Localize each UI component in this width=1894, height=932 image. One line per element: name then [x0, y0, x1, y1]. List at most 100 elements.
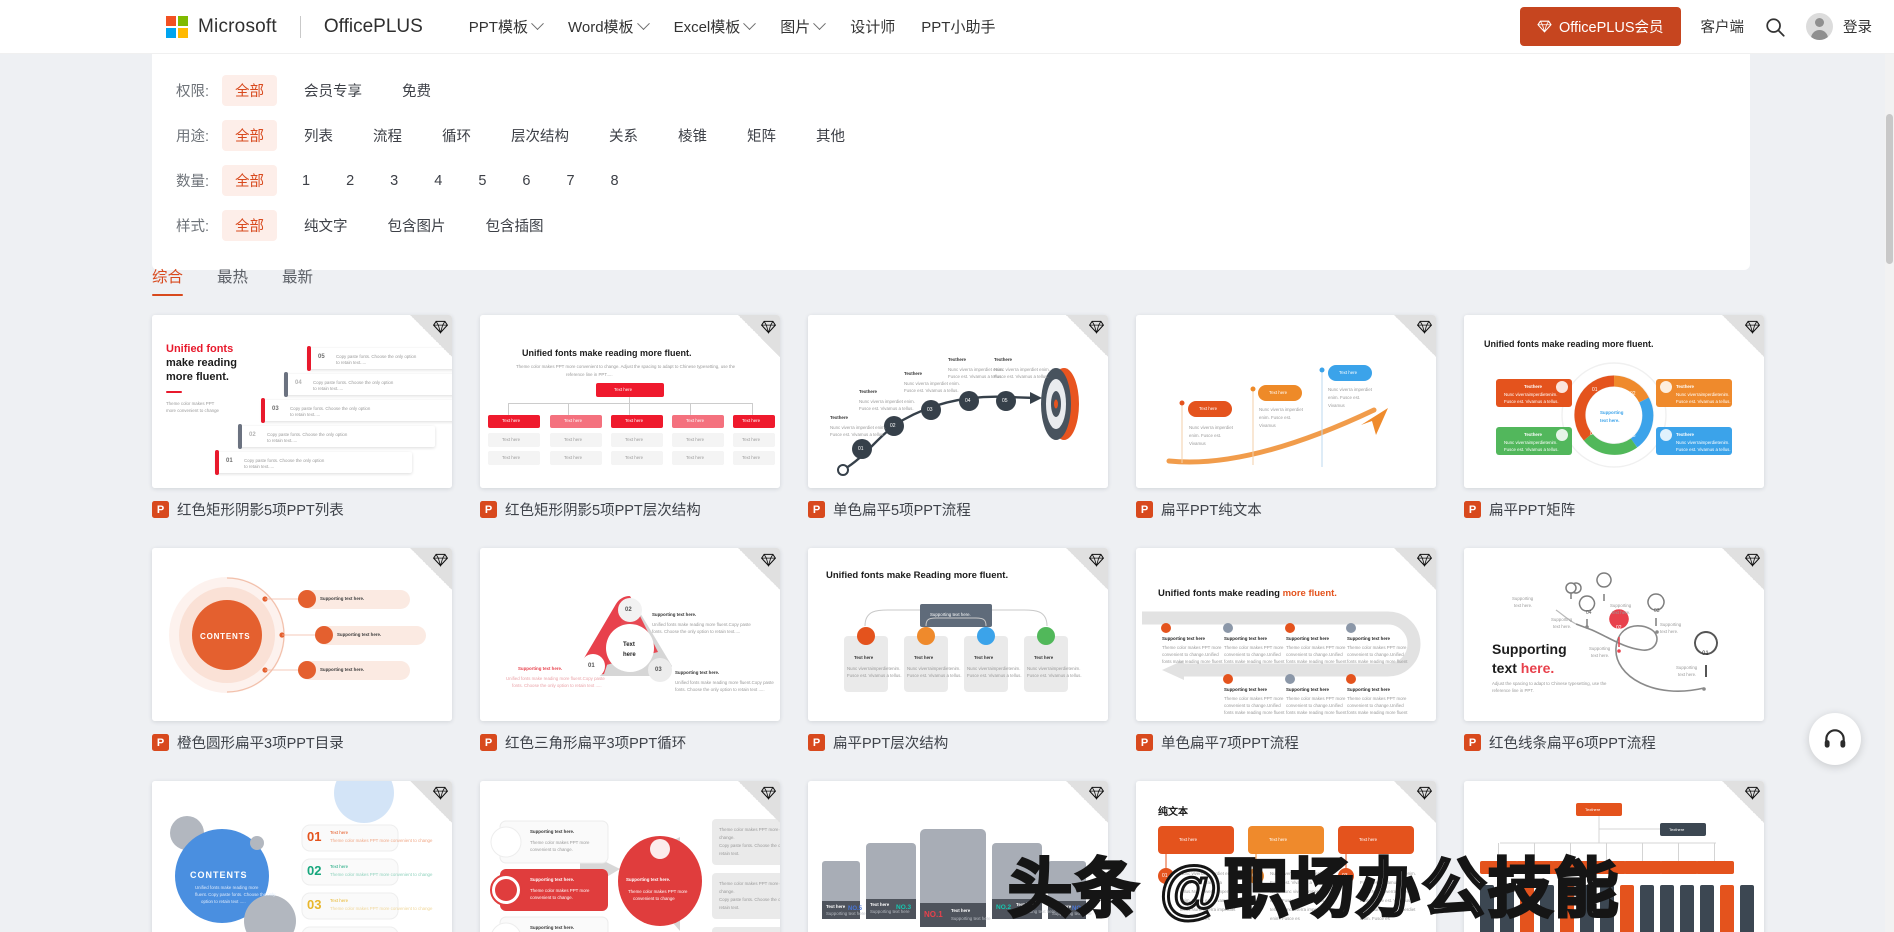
- filter-option-process[interactable]: 流程: [360, 120, 415, 151]
- template-thumbnail[interactable]: Texthere Texthere: [1464, 781, 1764, 932]
- page-scrollbar[interactable]: [1885, 54, 1894, 932]
- filter-option-with-images[interactable]: 包含图片: [375, 210, 459, 241]
- template-card[interactable]: CONTENTS Unified fonts make reading more…: [152, 781, 452, 932]
- template-card[interactable]: Supporting text here. Theme color makes …: [480, 781, 780, 932]
- nav-item-ppt-assistant[interactable]: PPT小助手: [921, 16, 995, 37]
- search-icon[interactable]: [1764, 16, 1786, 38]
- org-chart-art: [1480, 803, 1754, 932]
- nav-item-ppt[interactable]: PPT模板: [469, 16, 544, 37]
- filter-option-8[interactable]: 8: [600, 168, 630, 194]
- card-title[interactable]: 单色扁平7项PPT流程: [1161, 732, 1299, 753]
- card-title[interactable]: 橙色圆形扁平3项PPT目录: [177, 732, 344, 753]
- template-thumbnail[interactable]: Text here Text here Text here Nunc viver…: [1136, 315, 1436, 488]
- card-title[interactable]: 扁平PPT层次结构: [833, 732, 948, 753]
- slide-art-flat-matrix: Unified fonts make reading more fluent.: [1464, 315, 1764, 488]
- nav-item-excel[interactable]: Excel模板: [674, 16, 757, 37]
- template-thumbnail[interactable]: Supporting text here. Theme color makes …: [480, 781, 780, 932]
- vip-corner-badge: [410, 781, 452, 823]
- filter-option-members[interactable]: 会员专享: [291, 75, 375, 106]
- template-thumbnail[interactable]: Unified fonts make reading more fluent. …: [152, 315, 452, 488]
- template-thumbnail[interactable]: Text here Supporting text here NO.5 Text…: [808, 781, 1108, 932]
- filter-option-hierarchy[interactable]: 层次结构: [498, 120, 582, 151]
- template-thumbnail[interactable]: Unified fonts make Reading more fluent.: [808, 548, 1108, 721]
- template-card[interactable]: 04 03 02 01 Supporting text here. Adjust…: [1464, 548, 1764, 753]
- customer-service-button[interactable]: [1809, 713, 1861, 765]
- template-card[interactable]: 02 01 03 Text here Supporting text here.…: [480, 548, 780, 753]
- nav-item-images[interactable]: 图片: [780, 16, 827, 37]
- filter-option-1[interactable]: 1: [291, 168, 321, 194]
- gem-icon: [1417, 553, 1432, 567]
- template-thumbnail[interactable]: 纯文本 Text here Text here Text here 01 02 …: [1136, 781, 1436, 932]
- template-thumbnail[interactable]: 02 01 03 Text here Supporting text here.…: [480, 548, 780, 721]
- nav-label: 图片: [780, 19, 811, 36]
- template-card[interactable]: 纯文本 Text here Text here Text here 01 02 …: [1136, 781, 1436, 932]
- filter-option-5[interactable]: 5: [467, 168, 497, 194]
- filter-option-list[interactable]: 列表: [291, 120, 346, 151]
- template-thumbnail[interactable]: CONTENTS Unified fonts make reading more…: [152, 781, 452, 932]
- template-card[interactable]: 01 02 03 04 05 Texthere Nunc viverra imp…: [808, 315, 1108, 520]
- template-card[interactable]: CONTENTS Supporting text here. Supportin…: [152, 548, 452, 753]
- filter-option-free[interactable]: 免费: [389, 75, 444, 106]
- template-thumbnail[interactable]: CONTENTS Supporting text here. Supportin…: [152, 548, 452, 721]
- card-title[interactable]: 红色三角形扁平3项PPT循环: [505, 732, 686, 753]
- filter-option-other[interactable]: 其他: [803, 120, 858, 151]
- card-title[interactable]: 扁平PPT矩阵: [1489, 499, 1575, 520]
- card-title[interactable]: 红色矩形阴影5项PPT层次结构: [505, 499, 701, 520]
- nav-item-word[interactable]: Word模板: [568, 16, 650, 37]
- filter-option-matrix[interactable]: 矩阵: [734, 120, 789, 151]
- vip-button-label: OfficePLUS会员: [1559, 20, 1664, 36]
- filter-option-with-illustrations[interactable]: 包含插图: [473, 210, 557, 241]
- scrollbar-thumb[interactable]: [1886, 114, 1893, 264]
- template-card[interactable]: Unified fonts make Reading more fluent.: [808, 548, 1108, 753]
- card-meta: P 扁平PPT矩阵: [1464, 499, 1764, 520]
- tab-comprehensive[interactable]: 综合: [152, 265, 184, 296]
- gem-icon: [1745, 786, 1760, 800]
- template-card[interactable]: Text here Text here Text here Nunc viver…: [1136, 315, 1436, 520]
- template-thumbnail[interactable]: Unified fonts make reading more fluent.: [1464, 315, 1764, 488]
- tab-newest[interactable]: 最新: [282, 265, 313, 296]
- template-card[interactable]: Unified fonts make reading more fluent. …: [480, 315, 780, 520]
- template-thumbnail[interactable]: 04 03 02 01 Supporting text here. Adjust…: [1464, 548, 1764, 721]
- card-title[interactable]: 红色线条扁平6项PPT流程: [1489, 732, 1656, 753]
- filter-option-all[interactable]: 全部: [222, 210, 277, 241]
- brand-logo[interactable]: Microsoft OfficePLUS: [166, 15, 423, 38]
- vip-membership-button[interactable]: OfficePLUS会员: [1520, 7, 1681, 46]
- login-area[interactable]: 登录: [1806, 13, 1872, 40]
- filter-option-3[interactable]: 3: [379, 168, 409, 194]
- filter-option-all[interactable]: 全部: [222, 165, 277, 196]
- card-title[interactable]: 单色扁平5项PPT流程: [833, 499, 971, 520]
- ppt-badge-icon: P: [1464, 734, 1481, 751]
- vip-corner-badge: [738, 781, 780, 823]
- card-title[interactable]: 扁平PPT纯文本: [1161, 499, 1262, 520]
- filter-option-pyramid[interactable]: 棱锥: [665, 120, 720, 151]
- gem-icon: [1537, 20, 1552, 33]
- template-card[interactable]: Text here Supporting text here NO.5 Text…: [808, 781, 1108, 932]
- filter-option-7[interactable]: 7: [555, 168, 585, 194]
- page-root: Microsoft OfficePLUS PPT模板 Word模板 Excel模…: [0, 0, 1894, 932]
- nav-item-designer[interactable]: 设计师: [850, 16, 895, 37]
- template-thumbnail[interactable]: Unified fonts make reading more fluent. …: [480, 315, 780, 488]
- template-card[interactable]: Unified fonts make reading more fluent. …: [152, 315, 452, 520]
- slide-art-red-list: Unified fonts make reading more fluent. …: [152, 315, 452, 488]
- template-thumbnail[interactable]: 01 02 03 04 05 Texthere Nunc viverra imp…: [808, 315, 1108, 488]
- filter-option-4[interactable]: 4: [423, 168, 453, 194]
- filter-option-all[interactable]: 全部: [222, 75, 277, 106]
- filter-option-cycle[interactable]: 循环: [429, 120, 484, 151]
- tab-hottest[interactable]: 最热: [217, 265, 248, 296]
- filter-option-text-only[interactable]: 纯文字: [291, 210, 361, 241]
- client-download-link[interactable]: 客户端: [1701, 16, 1745, 37]
- template-thumbnail[interactable]: Unified fonts make reading more fluent. …: [1136, 548, 1436, 721]
- card-title[interactable]: 红色矩形阴影5项PPT列表: [177, 499, 344, 520]
- filter-option-6[interactable]: 6: [511, 168, 541, 194]
- template-card[interactable]: Unified fonts make reading more fluent.: [1464, 315, 1764, 520]
- vip-corner-badge: [1722, 315, 1764, 357]
- template-card[interactable]: Texthere Texthere P: [1464, 781, 1764, 932]
- template-card[interactable]: Unified fonts make reading more fluent. …: [1136, 548, 1436, 753]
- filter-option-all[interactable]: 全部: [222, 120, 277, 151]
- filter-row-usage: 用途: 全部 列表 流程 循环 层次结构 关系 棱锥 矩阵 其他: [152, 113, 1750, 158]
- slide-art-blue-contents: CONTENTS Unified fonts make reading more…: [152, 781, 452, 932]
- filter-option-relationship[interactable]: 关系: [596, 120, 651, 151]
- login-label: 登录: [1843, 20, 1872, 36]
- slide-art-org-chart: Texthere Texthere: [1464, 781, 1764, 932]
- filter-option-2[interactable]: 2: [335, 168, 365, 194]
